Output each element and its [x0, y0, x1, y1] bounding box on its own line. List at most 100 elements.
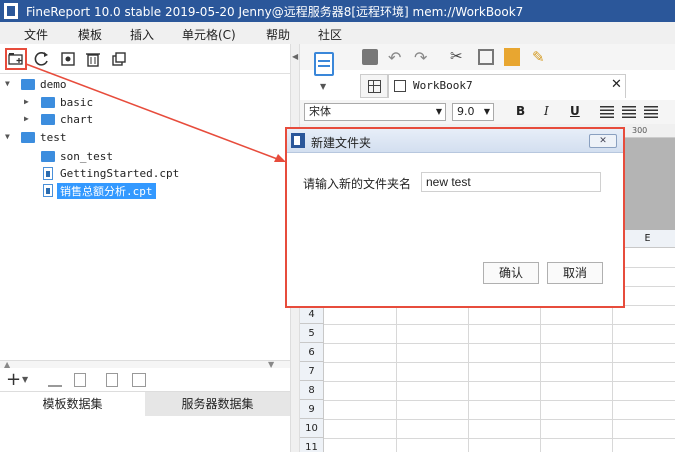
finereport-logo-icon: [4, 3, 18, 19]
cancel-button[interactable]: 取消: [547, 262, 603, 284]
tree-item-label: test: [40, 131, 67, 144]
folder-icon: [41, 151, 55, 162]
row-header[interactable]: 10: [300, 419, 324, 438]
report-file-icon: [43, 184, 53, 197]
tab-workbook7[interactable]: WorkBook7 ✕: [388, 74, 626, 98]
dropdown-arrow-icon[interactable]: ▼: [22, 375, 28, 384]
tree-item-demo[interactable]: ▼ demo: [0, 76, 290, 94]
file-tree: ▼ demo ▶ basic ▶ chart ▼ test son_test G…: [0, 74, 290, 360]
delete-icon[interactable]: [84, 50, 102, 68]
tree-item-basic[interactable]: ▶ basic: [0, 94, 290, 112]
folder-name-input[interactable]: new test: [421, 172, 601, 192]
row-header[interactable]: 6: [300, 343, 324, 362]
cut-icon[interactable]: ✂: [450, 47, 463, 65]
workbook-icon: [394, 80, 406, 92]
confirm-button[interactable]: 确认: [483, 262, 539, 284]
collapse-arrow-icon[interactable]: ▼: [5, 132, 15, 141]
copy-icon[interactable]: [110, 50, 128, 68]
close-icon: ✕: [599, 136, 607, 146]
dialog-close-button[interactable]: ✕: [589, 134, 617, 148]
dropdown-arrow-icon: ▼: [435, 107, 442, 116]
row-header[interactable]: 7: [300, 362, 324, 381]
tree-item-son-test[interactable]: son_test: [0, 148, 290, 166]
close-tab-icon[interactable]: ✕: [611, 77, 622, 92]
tree-item-label-selected: 销售总额分析.cpt: [57, 183, 156, 199]
folder-icon: [21, 132, 35, 143]
menu-help[interactable]: 帮助: [266, 26, 290, 43]
tree-item-label: GettingStarted.cpt: [60, 167, 180, 180]
menu-template[interactable]: 模板: [78, 26, 102, 43]
delete-dataset-icon[interactable]: [74, 373, 86, 387]
left-panel-splitter[interactable]: ▲ ▼: [0, 360, 290, 369]
menu-file[interactable]: 文件: [24, 26, 48, 43]
file-tree-toolbar: [0, 44, 290, 74]
font-size-value: 9.0: [457, 105, 475, 118]
tree-item-label: son_test: [60, 150, 113, 163]
tree-item-label: chart: [60, 113, 94, 126]
bold-button[interactable]: B: [516, 104, 525, 118]
template-tab-row: WorkBook7 ✕: [360, 74, 675, 98]
align-center-icon[interactable]: [622, 106, 636, 118]
underline-button[interactable]: U: [570, 104, 580, 118]
folder-icon: [41, 114, 55, 125]
data-settings-icon[interactable]: [132, 373, 146, 387]
new-folder-icon: [8, 53, 23, 65]
redo-icon[interactable]: ↷: [414, 48, 427, 67]
template-icon[interactable]: ▼: [312, 52, 336, 92]
dropdown-arrow-icon: ▼: [483, 107, 490, 116]
paste-icon[interactable]: [504, 48, 520, 66]
row-header[interactable]: 11: [300, 438, 324, 452]
editor-toolbar: ↶ ↷ ✂ ✎: [300, 44, 675, 70]
tab-label: WorkBook7: [413, 79, 473, 92]
collapse-arrow-icon[interactable]: ▼: [5, 79, 15, 88]
add-dataset-icon[interactable]: +: [6, 369, 21, 390]
font-size-select[interactable]: 9.0 ▼: [452, 103, 494, 121]
refresh-icon[interactable]: [33, 50, 51, 68]
menu-bar: 文件 模板 插入 单元格(C) 帮助 社区: [0, 22, 675, 44]
row-header[interactable]: 8: [300, 381, 324, 400]
copy-cell-icon[interactable]: [478, 49, 494, 65]
ruler-mark: 300: [632, 126, 648, 135]
undo-icon[interactable]: ↶: [388, 48, 401, 67]
menu-insert[interactable]: 插入: [130, 26, 154, 43]
tab-server-dataset[interactable]: 服务器数据集: [145, 392, 290, 416]
italic-button[interactable]: I: [544, 104, 549, 118]
title-bar: FineReport 10.0 stable 2019-05-20 Jenny@…: [0, 0, 675, 22]
expand-arrow-icon[interactable]: ▶: [24, 97, 34, 106]
new-folder-dialog: 新建文件夹 ✕ 请输入新的文件夹名 new test 确认 取消: [285, 127, 625, 308]
row-header[interactable]: 5: [300, 324, 324, 343]
font-family-select[interactable]: 宋体 ▼: [304, 103, 446, 121]
window-title: FineReport 10.0 stable 2019-05-20 Jenny@…: [26, 5, 524, 19]
align-right-icon[interactable]: [644, 106, 658, 118]
tree-item-label: basic: [60, 96, 94, 109]
tree-item-gettingstarted[interactable]: GettingStarted.cpt: [0, 165, 290, 183]
edit-icon[interactable]: [48, 373, 62, 387]
align-left-icon[interactable]: [600, 106, 614, 118]
folder-name-label: 请输入新的文件夹名: [303, 177, 412, 191]
row-header[interactable]: 9: [300, 400, 324, 419]
expand-arrow-icon[interactable]: ▶: [24, 114, 34, 123]
report-file-icon: [43, 167, 53, 180]
format-toolbar: 宋体 ▼ 9.0 ▼ B I U: [300, 100, 675, 124]
save-icon[interactable]: [362, 49, 378, 65]
new-folder-button[interactable]: [5, 48, 27, 70]
tree-item-chart[interactable]: ▶ chart: [0, 111, 290, 129]
tree-item-test[interactable]: ▼ test: [0, 129, 290, 147]
tab-template-dataset[interactable]: 模板数据集: [0, 392, 145, 416]
settings-icon[interactable]: [59, 50, 77, 68]
font-family-value: 宋体: [309, 105, 331, 118]
finereport-logo-icon: [291, 133, 305, 148]
dialog-title: 新建文件夹: [311, 136, 372, 150]
collapse-left-icon[interactable]: ◀: [292, 52, 298, 61]
folder-icon: [21, 79, 35, 90]
folder-icon: [41, 97, 55, 108]
menu-cell[interactable]: 单元格(C): [182, 26, 236, 43]
dialog-title-bar[interactable]: 新建文件夹 ✕: [287, 129, 623, 153]
tree-item-sales-analysis[interactable]: 销售总额分析.cpt: [0, 182, 290, 200]
tree-item-label: demo: [40, 78, 67, 91]
menu-community[interactable]: 社区: [318, 26, 342, 43]
format-painter-icon[interactable]: ✎: [532, 48, 545, 66]
preview-icon[interactable]: [106, 373, 118, 387]
grid-view-icon[interactable]: [360, 74, 388, 98]
dataset-tabs: 模板数据集 服务器数据集: [0, 392, 290, 416]
